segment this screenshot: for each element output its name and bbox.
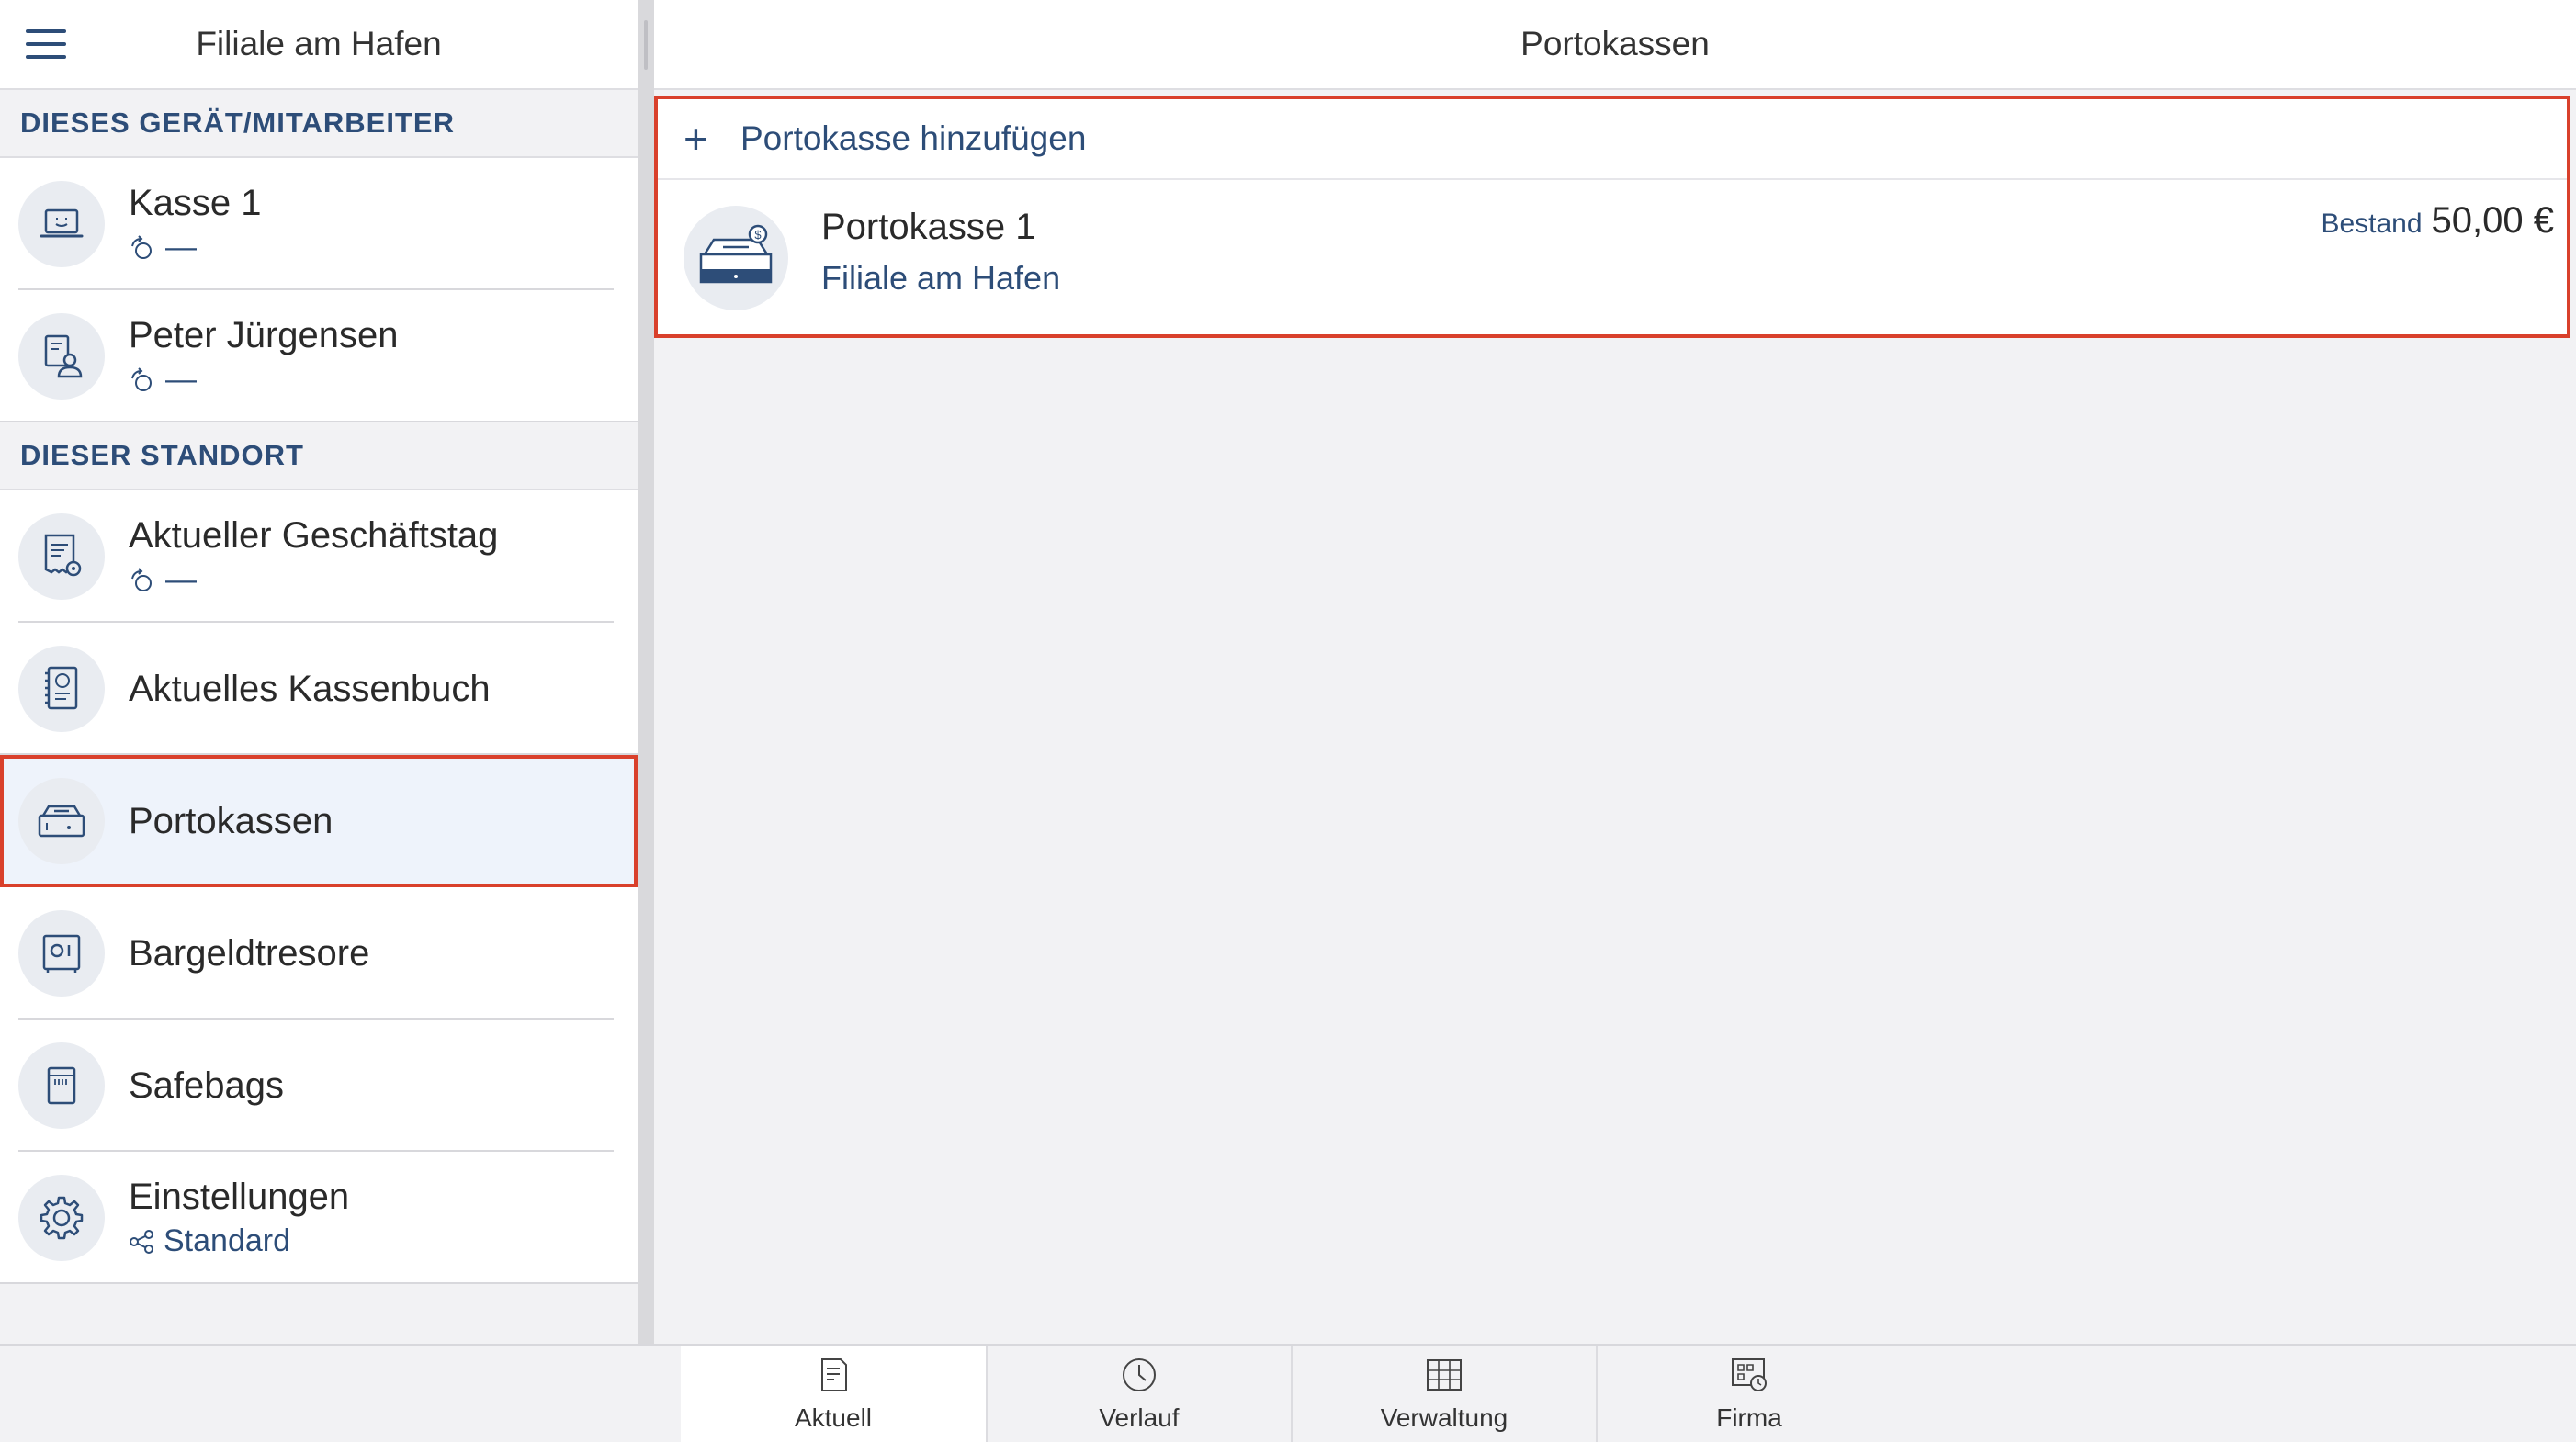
share-icon: [130, 1229, 153, 1254]
employee-icon: [18, 313, 105, 400]
sidebar-item-sub: —: [165, 230, 197, 265]
sidebar-item-bargeldtresore[interactable]: Bargeldtresore: [0, 887, 638, 1020]
laptop-icon: [18, 181, 105, 267]
main-header: Portokassen: [654, 0, 2576, 90]
tab-verlauf[interactable]: Verlauf: [986, 1346, 1291, 1442]
cashbook-icon: [18, 646, 105, 732]
page-title: Portokassen: [1520, 25, 1710, 62]
section-header-location: DIESER STANDORT: [0, 422, 638, 490]
sidebar-item-sub: Standard: [164, 1223, 290, 1258]
sidebar-item-sub: —: [165, 562, 197, 597]
gear-icon: [18, 1175, 105, 1261]
cash-flow-icon: [131, 234, 152, 259]
sidebar-item-portokassen[interactable]: Portokassen: [0, 755, 638, 887]
tab-bar: Aktuell Verlauf Verwaltung Firma: [0, 1344, 2576, 1442]
sidebar-item-business-day[interactable]: Aktueller Geschäftstag —: [0, 490, 638, 623]
sidebar-item-label: Peter Jürgensen: [129, 315, 399, 355]
tab-firma[interactable]: Firma: [1596, 1346, 1901, 1442]
cash-flow-icon: [131, 366, 152, 391]
sidebar-item-label: Portokassen: [129, 800, 333, 841]
portokassen-list: + Portokasse hinzufügen $ Portokasse 1 F…: [654, 96, 2570, 338]
safe-icon: [18, 910, 105, 997]
portokasse-location: Filiale am Hafen: [821, 258, 1061, 297]
tab-label: Firma: [1716, 1403, 1782, 1432]
sidebar-item-safebags[interactable]: Safebags: [0, 1020, 638, 1152]
sidebar-item-kasse[interactable]: Kasse 1 —: [0, 158, 638, 290]
sidebar-title: Filiale am Hafen: [196, 25, 442, 62]
tab-aktuell[interactable]: Aktuell: [681, 1346, 986, 1442]
grid-icon: [1427, 1359, 1462, 1391]
portokasse-name: Portokasse 1: [821, 206, 1036, 247]
tab-label: Verwaltung: [1380, 1403, 1508, 1432]
plus-icon: +: [684, 115, 708, 163]
tab-label: Aktuell: [794, 1403, 873, 1432]
document-icon: [821, 1358, 847, 1391]
sidebar-header: Filiale am Hafen: [0, 0, 638, 90]
section-header-device: DIESES GERÄT/MITARBEITER: [0, 90, 638, 158]
cash-flow-icon: [131, 567, 152, 591]
sidebar-item-einstellungen[interactable]: Einstellungen Standard: [0, 1152, 638, 1284]
sidebar-item-employee[interactable]: Peter Jürgensen —: [0, 290, 638, 422]
clock-icon: [1123, 1358, 1156, 1391]
balance-label: Bestand: [2321, 208, 2423, 239]
balance-value: 50,00 €: [2431, 200, 2554, 241]
add-portokasse-button[interactable]: + Portokasse hinzufügen: [658, 99, 2567, 180]
sidebar-item-label: Bargeldtresore: [129, 932, 370, 974]
tab-label: Verlauf: [1099, 1403, 1180, 1432]
receipt-location-icon: [18, 513, 105, 600]
sidebar-item-label: Einstellungen: [129, 1177, 350, 1217]
safebag-icon: [18, 1042, 105, 1129]
svg-text:$: $: [754, 228, 762, 242]
split-divider[interactable]: [638, 0, 654, 1344]
sidebar-item-sub: —: [165, 362, 197, 397]
cashbox-icon: [18, 778, 105, 864]
main-panel: Portokassen + Portokasse hinzufügen $ Po…: [654, 0, 2576, 1344]
sidebar-item-label: Aktuelles Kassenbuch: [129, 668, 491, 709]
sidebar-item-cashbook[interactable]: Aktuelles Kassenbuch: [0, 623, 638, 755]
list-item[interactable]: $ Portokasse 1 Filiale am Hafen Bestand …: [658, 180, 2567, 336]
sidebar-item-label: Kasse 1: [129, 183, 262, 223]
menu-icon[interactable]: [26, 29, 66, 59]
company-icon: [1732, 1358, 1767, 1391]
sidebar-item-label: Aktueller Geschäftstag: [129, 515, 499, 556]
cashbox-icon: $: [684, 206, 788, 310]
add-portokasse-label: Portokasse hinzufügen: [740, 119, 1087, 157]
tab-verwaltung[interactable]: Verwaltung: [1291, 1346, 1596, 1442]
portokasse-balance: Bestand 50,00 €: [2321, 200, 2554, 242]
sidebar-item-label: Safebags: [129, 1065, 285, 1106]
sidebar: Filiale am Hafen DIESES GERÄT/MITARBEITE…: [0, 0, 638, 1344]
